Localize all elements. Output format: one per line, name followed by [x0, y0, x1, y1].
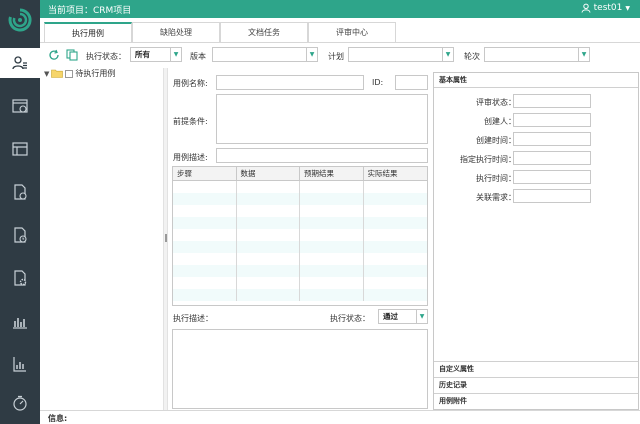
top-header: 当前项目：CRM项目 test01 ▼: [40, 0, 640, 18]
doc-clock-icon[interactable]: [0, 220, 40, 250]
toolbar: 执行状态： 所有 ▼ 版本 ▼ 计划 ▼ 轮次 ▼: [44, 46, 638, 64]
left-sidebar: [0, 0, 40, 424]
folder-icon: [51, 69, 64, 78]
tree-node-label: 待执行用例: [75, 69, 116, 78]
exec-time-label: 执行时间：: [476, 174, 516, 183]
custom-properties-section[interactable]: 自定义属性: [434, 361, 638, 377]
board-icon[interactable]: [0, 134, 40, 164]
tab-execute-cases[interactable]: 执行用例: [44, 22, 132, 42]
status-filter-select[interactable]: 所有 ▼: [130, 47, 182, 62]
tree-node-checkbox[interactable]: [65, 69, 74, 78]
creator-label: 创建人：: [484, 117, 516, 126]
exec-time-field[interactable]: [513, 170, 591, 184]
table-row[interactable]: [173, 217, 427, 229]
history-section[interactable]: 历史记录: [434, 377, 638, 393]
calendar-icon[interactable]: [0, 91, 40, 121]
id-input[interactable]: [395, 75, 428, 90]
version-select[interactable]: ▼: [212, 47, 318, 62]
steps-table-header: 步骤 数据 预期结果 实际结果: [173, 167, 427, 181]
footer-divider: [40, 410, 640, 411]
exec-desc-textarea[interactable]: [172, 329, 428, 409]
timer-icon[interactable]: [0, 388, 40, 418]
round-label: 轮次: [464, 52, 480, 61]
review-status-field[interactable]: [513, 94, 591, 108]
user-group-icon[interactable]: [0, 48, 40, 78]
project-title: 当前项目：CRM项目: [48, 6, 132, 16]
table-row[interactable]: [173, 181, 427, 193]
plan-select[interactable]: ▼: [348, 47, 454, 62]
chevron-down-icon: ▼: [416, 310, 427, 323]
column-header-data: 数据: [237, 167, 300, 180]
precondition-textarea[interactable]: [216, 94, 428, 144]
info-label: 信息:: [48, 414, 68, 423]
table-row[interactable]: [173, 241, 427, 253]
exec-status-value: 通过: [383, 312, 398, 321]
steps-table: 步骤 数据 预期结果 实际结果: [172, 166, 428, 306]
plan-label: 计划: [328, 52, 344, 61]
table-row[interactable]: [173, 289, 427, 301]
status-filter-value: 所有: [135, 50, 150, 59]
properties-panel: 基本属性 评审状态： 创建人： 创建时间： 指定执行时间： 执行时间： 关联需求…: [433, 72, 639, 410]
linked-requirement-field[interactable]: [513, 189, 591, 203]
review-status-label: 评审状态：: [476, 98, 516, 107]
description-label: 用例描述:: [173, 153, 208, 162]
status-filter-label: 执行状态：: [86, 52, 126, 61]
chevron-down-icon: ▼: [625, 4, 630, 12]
chevron-down-icon: ▼: [578, 48, 589, 61]
create-time-label: 创建时间：: [476, 136, 516, 145]
case-name-input[interactable]: [216, 75, 364, 90]
round-select[interactable]: ▼: [484, 47, 590, 62]
main-tabs: 执行用例 缺陷处理 文档任务 评审中心: [44, 22, 396, 42]
tab-review-center[interactable]: 评审中心: [308, 22, 396, 42]
doc-gear-icon[interactable]: [0, 263, 40, 293]
version-label: 版本: [190, 52, 206, 61]
case-tree: ▼ 待执行用例: [44, 68, 162, 408]
user-icon: [581, 3, 591, 13]
case-name-label: 用例名称:: [173, 79, 208, 88]
column-header-actual: 实际结果: [367, 169, 398, 178]
tab-defect-handling[interactable]: 缺陷处理: [132, 22, 220, 42]
report-icon[interactable]: [0, 349, 40, 379]
table-row[interactable]: [173, 265, 427, 277]
table-row[interactable]: [173, 229, 427, 241]
description-input[interactable]: [216, 148, 428, 163]
exec-status-select[interactable]: 通过 ▼: [378, 309, 428, 324]
chevron-down-icon: ▼: [306, 48, 317, 61]
logo-icon[interactable]: [0, 0, 40, 40]
basic-properties-section[interactable]: 基本属性: [434, 73, 638, 88]
username: test01: [593, 3, 623, 13]
collapsed-sections: 自定义属性 历史记录 用例附件: [434, 361, 638, 409]
table-row[interactable]: [173, 277, 427, 289]
planned-exec-time-field[interactable]: [513, 151, 591, 165]
tree-node-pending[interactable]: ▼ 待执行用例: [44, 68, 162, 79]
create-time-field[interactable]: [513, 132, 591, 146]
panel-splitter[interactable]: [163, 68, 168, 410]
expand-toggle-icon[interactable]: ▼: [44, 70, 49, 78]
table-row[interactable]: [173, 253, 427, 265]
attachment-section[interactable]: 用例附件: [434, 393, 638, 409]
tabs-divider: [40, 42, 640, 43]
table-row[interactable]: [173, 205, 427, 217]
chevron-down-icon: ▼: [442, 48, 453, 61]
copy-icon[interactable]: [66, 49, 78, 61]
bar-chart-icon[interactable]: [0, 306, 40, 336]
exec-desc-label: 执行描述：: [173, 314, 213, 323]
doc-check-icon[interactable]: [0, 177, 40, 207]
linked-requirement-label: 关联需求：: [476, 193, 516, 202]
refresh-icon[interactable]: [48, 49, 60, 61]
tab-doc-tasks[interactable]: 文档任务: [220, 22, 308, 42]
exec-status-label: 执行状态：: [330, 314, 370, 323]
column-header-expected: 预期结果: [300, 167, 364, 180]
planned-exec-time-label: 指定执行时间：: [460, 155, 516, 164]
creator-field[interactable]: [513, 113, 591, 127]
splitter-grip[interactable]: [165, 234, 167, 242]
chevron-down-icon: ▼: [170, 48, 181, 61]
user-menu[interactable]: test01 ▼: [581, 3, 630, 13]
column-header-step: 步骤: [173, 167, 237, 180]
precondition-label: 前提条件:: [173, 117, 208, 126]
table-row[interactable]: [173, 193, 427, 205]
id-label: ID:: [372, 78, 384, 87]
